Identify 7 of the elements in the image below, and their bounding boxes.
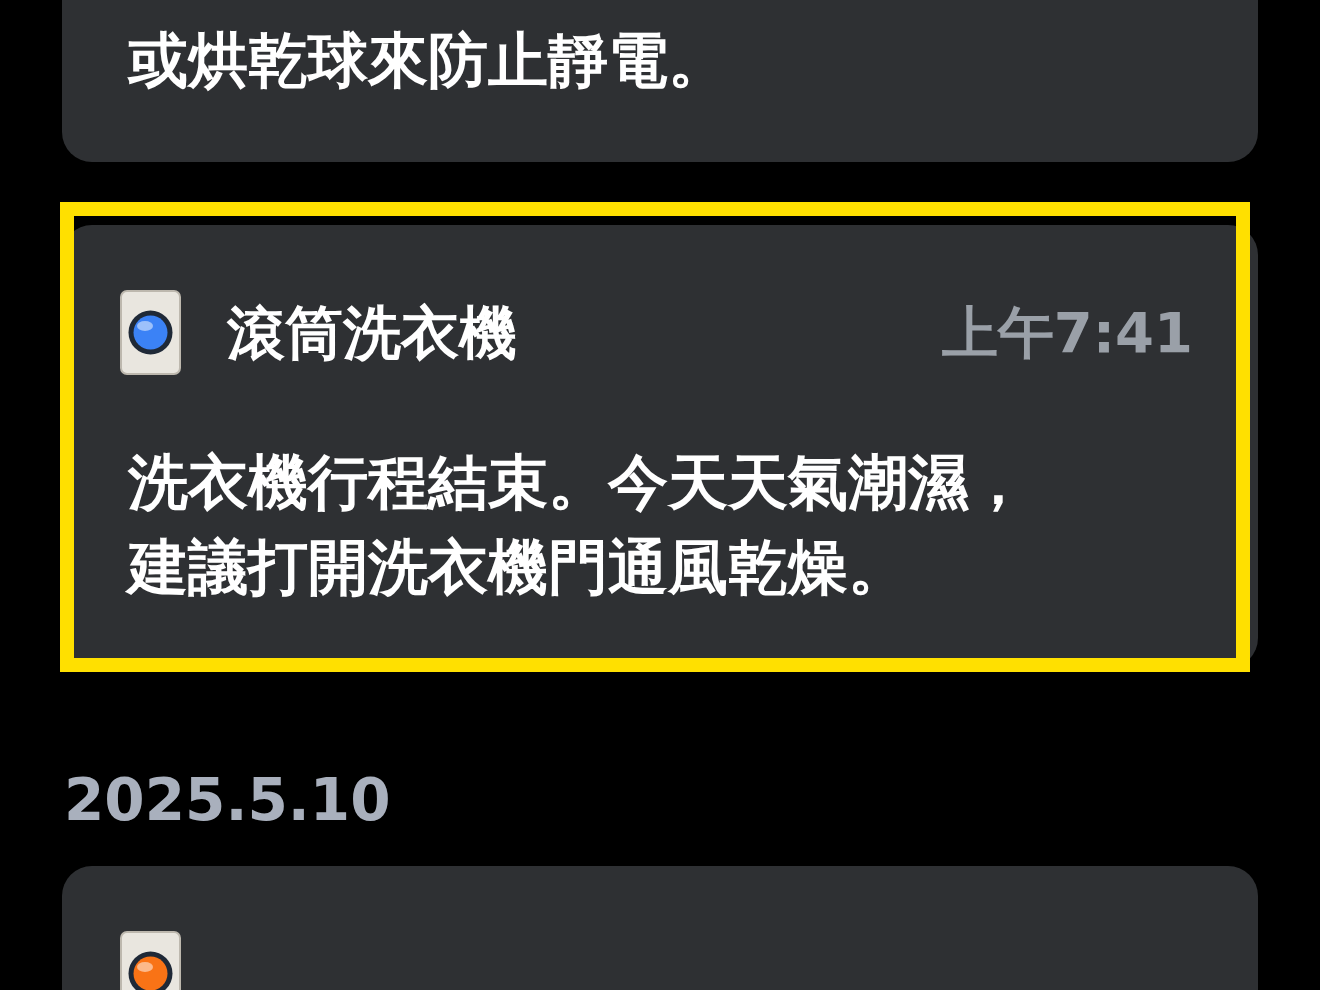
notification-time: 上午7:41 bbox=[941, 304, 1193, 361]
notification-card[interactable]: 或烘乾球來防止靜電。 bbox=[62, 0, 1258, 162]
washer-icon bbox=[120, 290, 181, 375]
app-name: 滾筒洗衣機 bbox=[227, 303, 517, 362]
date-header: 2025.5.10 bbox=[64, 765, 392, 835]
notification-text: 洗衣機行程結束。今天天氣潮濕， bbox=[128, 446, 1029, 519]
notification-text: 或烘乾球來防止靜電。 bbox=[128, 29, 728, 91]
